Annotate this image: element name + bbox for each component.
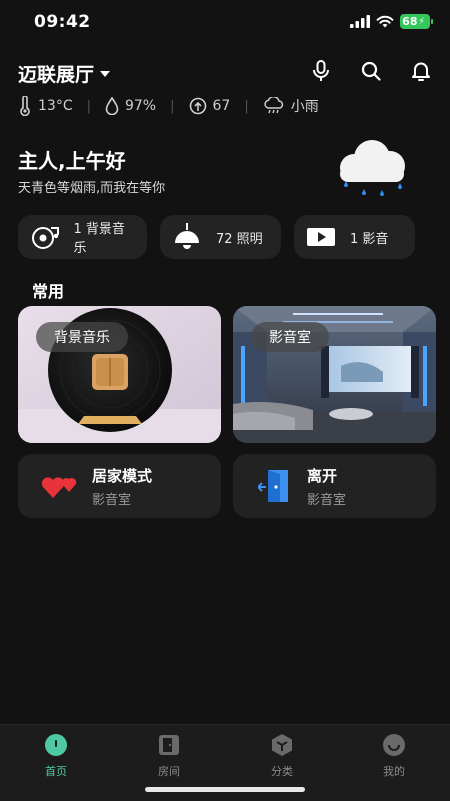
humidity-value: 97% [124,98,157,114]
air-quality-item: 67 [189,97,231,115]
mode-subtitle: 影音室 [307,493,347,508]
water-drop-icon [105,97,119,115]
mode-card-home[interactable]: 居家模式 影音室 [18,454,221,518]
room-door-icon [159,735,179,755]
leaf-circle-icon [189,97,206,115]
mode-title: 居家模式 [92,467,153,485]
home-name: 迈联展厅 [18,64,95,86]
tv-play-icon [304,222,338,252]
chip-label: 1 背景音乐 [73,222,125,256]
weather-separator: | [170,98,175,114]
temperature-value: 13°C [38,98,73,114]
search-icon[interactable] [360,60,382,82]
microphone-icon[interactable] [310,60,332,82]
nav-label: 房间 [158,765,180,778]
nav-label: 首页 [45,765,67,778]
condition-value: 小雨 [290,99,319,115]
chip-audio-video[interactable]: 1 影音 [294,215,415,259]
chip-background-music[interactable]: 1 背景音乐 [18,215,147,259]
card-label: 影音室 [251,322,329,352]
hearts-icon [38,468,82,504]
home-selector[interactable]: 迈联展厅 [18,60,111,87]
greeting-subtitle: 天青色等烟雨,而我在等你 [18,181,166,196]
home-tab-icon [45,734,67,756]
air-quality-value: 67 [212,98,231,114]
mode-title: 离开 [307,467,338,485]
cube-icon [272,734,292,756]
nav-item-profile[interactable]: 我的 [354,733,434,779]
header-actions [310,60,432,82]
temperature-item: 13°C [18,96,73,116]
card-home-theater[interactable]: 影音室 [233,306,436,443]
nav-item-categories[interactable]: 分类 [242,733,322,779]
nav-item-rooms[interactable]: 房间 [129,733,209,779]
weather-separator: | [244,98,249,114]
smiley-face-icon [383,734,405,756]
rain-cloud-icon [264,97,283,114]
status-icons: 68 ⚡ [350,14,433,29]
humidity-item: 97% [105,97,156,115]
chip-label: 72 照明 [216,231,263,247]
section-title-common: 常用 [32,282,65,301]
battery-indicator: 68 ⚡ [400,14,433,29]
mode-subtitle: 影音室 [92,493,132,508]
charging-bolt-icon: ⚡ [418,16,425,27]
weather-row: 13°C | 97% | 67 | 小雨 [18,96,319,116]
battery-level: 68 [402,15,418,28]
nav-item-home[interactable]: 首页 [16,733,96,779]
condition-item: 小雨 [263,96,319,116]
mode-card-leave[interactable]: 离开 影音室 [233,454,436,518]
bell-icon[interactable] [410,60,432,82]
cellular-signal-icon [350,15,370,28]
pendant-lamp-icon [170,222,204,252]
wifi-icon [376,15,394,28]
greeting-title: 主人,上午好 [18,149,126,173]
chip-label: 1 影音 [350,231,389,247]
thermometer-icon [20,96,30,116]
card-background-music[interactable]: 背景音乐 [18,306,221,443]
status-time: 09:42 [34,12,91,32]
door-exit-icon [253,468,297,504]
music-disc-icon [28,222,62,252]
weather-separator: | [86,98,91,114]
rain-cloud-illustration [332,136,412,206]
chip-lighting[interactable]: 72 照明 [160,215,281,259]
nav-label: 我的 [383,765,405,778]
home-indicator[interactable] [145,787,305,792]
nav-label: 分类 [271,765,293,778]
caret-down-icon [100,70,111,77]
card-label: 背景音乐 [36,322,128,352]
